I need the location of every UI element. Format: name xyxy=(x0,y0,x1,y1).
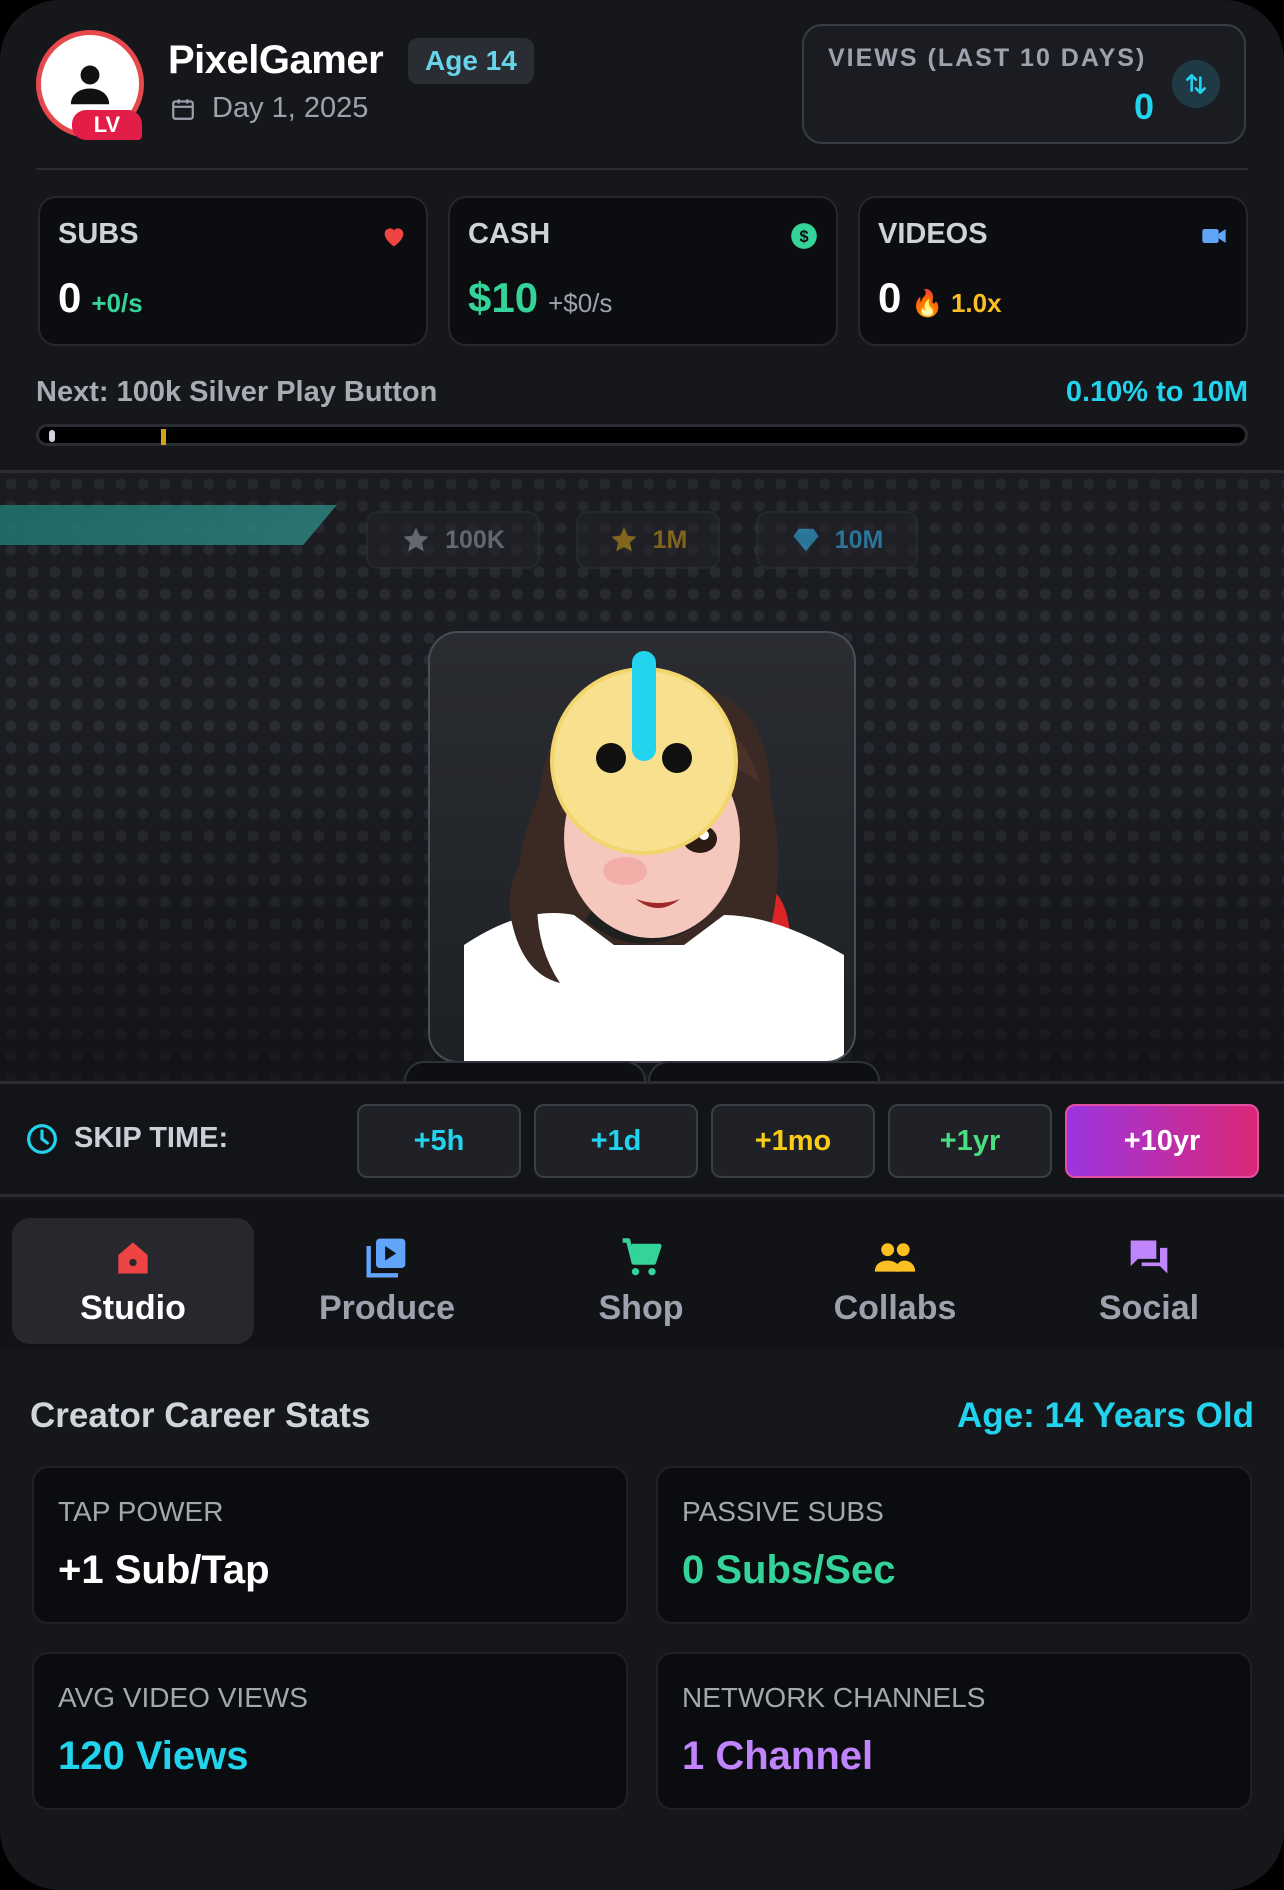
subs-label: SUBS xyxy=(58,218,139,250)
skip-10yr-button[interactable]: +10yr xyxy=(1065,1104,1259,1178)
passive-subs-stat: PASSIVE SUBS 0 Subs/Sec xyxy=(656,1466,1252,1624)
avg-video-views-stat: AVG VIDEO VIEWS 120 Views xyxy=(32,1652,628,1810)
skip-1d-button[interactable]: +1d xyxy=(534,1104,698,1178)
scene-tab-left[interactable] xyxy=(404,1061,646,1083)
skip-time-bar: SKIP TIME: +5h +1d +1mo +1yr +10yr xyxy=(0,1081,1284,1197)
skip-1yr-button[interactable]: +1yr xyxy=(888,1104,1052,1178)
network-channels-stat: NETWORK CHANNELS 1 Channel xyxy=(656,1652,1252,1810)
stat-value: 0 Subs/Sec xyxy=(682,1548,896,1592)
milestone-label: 10M xyxy=(834,525,884,554)
cash-value: $10 xyxy=(468,274,539,321)
sort-arrows-icon[interactable] xyxy=(1172,60,1220,108)
star-icon xyxy=(403,527,429,552)
tab-label: Social xyxy=(1098,1288,1200,1327)
videos-card: VIDEOS 0 🔥 1.0x xyxy=(858,196,1248,346)
cash-label: CASH xyxy=(468,218,551,250)
skip-1mo-button[interactable]: +1mo xyxy=(711,1104,875,1178)
stat-value: 120 Views xyxy=(58,1734,249,1778)
cash-rate: +$0/s xyxy=(548,288,613,318)
divider xyxy=(36,168,1248,170)
tab-label: Collabs xyxy=(833,1288,957,1327)
silver-milestone-marker xyxy=(161,429,166,445)
subs-card: SUBS 0 +0/s xyxy=(38,196,428,346)
group-icon xyxy=(874,1242,916,1272)
stat-label: NETWORK CHANNELS xyxy=(682,1682,986,1713)
tab-shop[interactable]: Shop xyxy=(520,1218,762,1344)
age-badge: Age 14 xyxy=(408,38,534,84)
skip-5h-button[interactable]: +5h xyxy=(357,1104,521,1178)
milestone-progress-bar xyxy=(36,424,1248,446)
career-age: Age: 14 Years Old xyxy=(956,1396,1254,1435)
progress-percent: 0.10% to 10M xyxy=(1065,376,1248,408)
scene-stripe xyxy=(0,505,337,545)
stat-label: TAP POWER xyxy=(58,1496,224,1527)
creator-character xyxy=(464,651,844,1061)
views-label: VIEWS (LAST 10 DAYS) xyxy=(828,44,1147,72)
creator-avatar-frame[interactable] xyxy=(428,631,856,1063)
subs-rate: +0/s xyxy=(91,288,143,318)
tab-studio[interactable]: Studio xyxy=(12,1218,254,1344)
heart-icon xyxy=(384,228,404,247)
diamond-icon xyxy=(793,528,819,552)
stat-label: AVG VIDEO VIEWS xyxy=(58,1682,308,1713)
tab-label: Studio xyxy=(80,1288,186,1327)
stat-value: 1 Channel xyxy=(682,1734,874,1778)
milestone-10m: 10M xyxy=(756,511,918,569)
subs-value: 0 xyxy=(58,274,82,321)
svg-text:$: $ xyxy=(799,228,808,246)
home-icon xyxy=(118,1241,148,1273)
dollar-icon: $ xyxy=(791,223,817,249)
video-camera-icon xyxy=(1202,229,1226,243)
multiplier: 🔥 1.0x xyxy=(911,288,1002,318)
current-date: Day 1, 2025 xyxy=(212,92,369,124)
studio-scene[interactable]: 100K 1M 10M xyxy=(0,473,1284,1083)
stat-value: +1 Sub/Tap xyxy=(58,1548,270,1592)
tab-label: Produce xyxy=(318,1288,456,1327)
videos-value: 0 xyxy=(878,274,902,321)
milestone-100k: 100K xyxy=(366,511,540,569)
scene-tab-right[interactable] xyxy=(648,1061,880,1083)
date-row: Day 1, 2025 xyxy=(170,92,368,125)
progress-fill xyxy=(49,430,55,442)
milestone-label: 100K xyxy=(445,525,505,554)
calendar-icon xyxy=(172,98,194,120)
views-panel: VIEWS (LAST 10 DAYS) 0 xyxy=(802,24,1246,144)
clock-icon xyxy=(27,1123,57,1154)
tab-produce[interactable]: Produce xyxy=(266,1218,508,1344)
user-icon xyxy=(70,65,110,105)
tab-label: Shop xyxy=(598,1288,684,1327)
skip-time-text: SKIP TIME: xyxy=(74,1122,229,1154)
views-value: 0 xyxy=(1133,86,1154,127)
videos-label: VIDEOS xyxy=(878,218,988,250)
milestone-1m: 1M xyxy=(576,511,720,569)
star-icon xyxy=(611,527,637,552)
cart-icon xyxy=(622,1237,662,1275)
next-milestone-label: Next: 100k Silver Play Button xyxy=(36,376,438,408)
milestone-label: 1M xyxy=(652,525,688,554)
video-library-icon xyxy=(366,1238,406,1278)
bottom-nav: Studio Produce Shop Collabs Social xyxy=(0,1200,1284,1348)
tab-social[interactable]: Social xyxy=(1028,1218,1270,1344)
stat-label: PASSIVE SUBS xyxy=(682,1496,884,1527)
tap-power-stat: TAP POWER +1 Sub/Tap xyxy=(32,1466,628,1624)
chat-icon xyxy=(1130,1240,1168,1273)
app-frame: LV PixelGamer Age 14 Day 1, 2025 VIEWS (… xyxy=(0,0,1284,1890)
career-stats-title: Creator Career Stats xyxy=(30,1396,371,1435)
skip-time-label: SKIP TIME: xyxy=(26,1122,228,1155)
cash-card: CASH $ $10 +$0/s xyxy=(448,196,838,346)
level-badge: LV xyxy=(72,110,142,140)
username: PixelGamer xyxy=(168,38,384,82)
tab-collabs[interactable]: Collabs xyxy=(774,1218,1016,1344)
